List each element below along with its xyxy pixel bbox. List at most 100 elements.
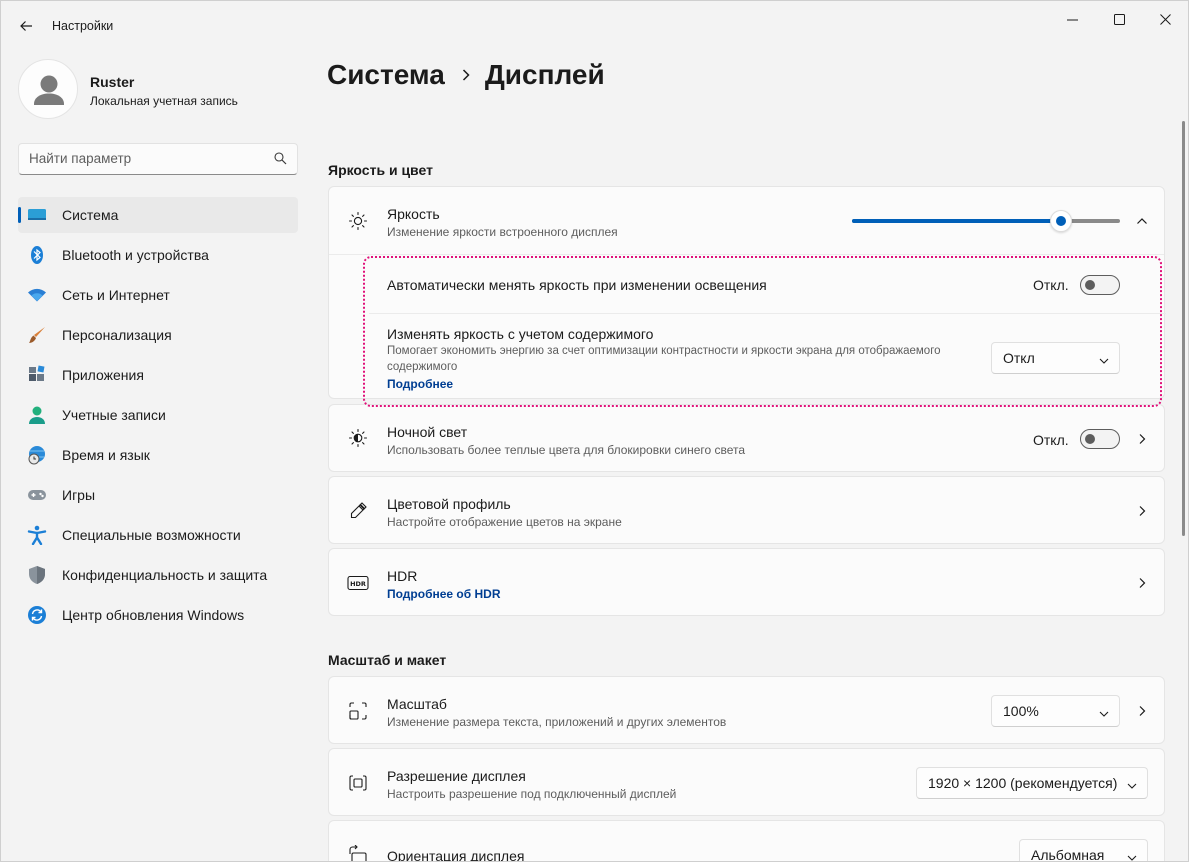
slider-thumb[interactable] — [1050, 210, 1072, 232]
scale-dropdown[interactable]: 100% — [991, 695, 1120, 727]
app-title: Настройки — [52, 19, 114, 33]
night-light-state: Откл. — [1033, 432, 1069, 448]
brush-icon — [27, 325, 47, 345]
section-title-scale-layout: Масштаб и макет — [328, 652, 447, 668]
content-brightness-desc-line1: Помогает экономить энергию за счет оптим… — [387, 345, 941, 357]
content-brightness-desc-line2: содержимого — [387, 361, 458, 373]
divider — [369, 313, 1166, 314]
back-arrow-icon — [20, 21, 32, 31]
shield-icon — [27, 565, 47, 585]
sidebar-item-gaming[interactable]: Игры — [18, 477, 298, 513]
title-bar: Настройки — [1, 1, 1188, 51]
maximize-button[interactable] — [1096, 1, 1142, 37]
hdr-icon: HDR — [347, 572, 369, 594]
dropdown-value: 1920 × 1200 (рекомендуется) — [928, 775, 1118, 791]
sidebar-item-label: Игры — [62, 487, 96, 503]
chevron-right-icon[interactable] — [1134, 431, 1150, 447]
scale-card[interactable]: Масштаб Изменение размера текста, прилож… — [328, 676, 1165, 744]
brightness-slider[interactable] — [852, 210, 1120, 232]
sidebar-item-accounts[interactable]: Учетные записи — [18, 397, 298, 433]
user-account-type: Локальная учетная запись — [90, 94, 238, 108]
breadcrumb-parent[interactable]: Система — [327, 59, 445, 91]
minimize-icon — [1066, 19, 1078, 20]
sidebar-item-label: Bluetooth и устройства — [62, 247, 209, 263]
dropdown-value: 100% — [1003, 703, 1039, 719]
sidebar-item-apps[interactable]: Приложения — [18, 357, 298, 393]
resolution-card: Разрешение дисплея Настроить разрешение … — [328, 748, 1165, 816]
sidebar-item-label: Учетные записи — [62, 407, 166, 423]
sidebar-item-label: Специальные возможности — [62, 527, 241, 543]
sidebar-item-accessibility[interactable]: Специальные возможности — [18, 517, 298, 553]
search-input[interactable] — [29, 151, 259, 166]
chevron-right-icon[interactable] — [1134, 575, 1150, 591]
color-profile-title: Цветовой профиль — [387, 496, 511, 512]
resolution-dropdown[interactable]: 1920 × 1200 (рекомендуется) — [916, 767, 1148, 799]
chevron-down-icon — [1127, 778, 1137, 794]
orientation-dropdown[interactable]: Альбомная — [1019, 839, 1148, 862]
night-light-subtitle: Использовать более теплые цвета для блок… — [387, 443, 746, 457]
resolution-subtitle: Настроить разрешение под подключенный ди… — [387, 787, 677, 801]
night-light-card[interactable]: Ночной свет Использовать более теплые цв… — [328, 404, 1165, 472]
color-profile-subtitle: Настройте отображение цветов на экране — [387, 515, 622, 529]
scrollbar[interactable] — [1182, 121, 1185, 536]
learn-more-link[interactable]: Подробнее — [387, 377, 453, 391]
maximize-icon — [1113, 13, 1125, 25]
update-icon — [27, 605, 47, 625]
eyedropper-icon — [347, 500, 369, 522]
chevron-right-icon[interactable] — [1134, 503, 1150, 519]
sidebar-item-network[interactable]: Сеть и Интернет — [18, 277, 298, 313]
chevron-down-icon — [1099, 353, 1109, 369]
sidebar-item-windows-update[interactable]: Центр обновления Windows — [18, 597, 298, 633]
auto-brightness-toggle[interactable] — [1080, 275, 1120, 295]
night-light-title: Ночной свет — [387, 424, 468, 440]
scale-title: Масштаб — [387, 696, 447, 712]
wifi-icon — [27, 285, 47, 305]
resolution-title: Разрешение дисплея — [387, 768, 526, 784]
content-brightness-title: Изменять яркость с учетом содержимого — [387, 326, 654, 342]
sidebar-item-bluetooth[interactable]: Bluetooth и устройства — [18, 237, 298, 273]
color-profile-card[interactable]: Цветовой профиль Настройте отображение ц… — [328, 476, 1165, 544]
auto-brightness-state: Откл. — [1033, 277, 1069, 293]
chevron-right-icon[interactable] — [1134, 703, 1150, 719]
search-icon[interactable] — [274, 152, 287, 168]
orientation-title: Ориентация дисплея — [387, 848, 525, 862]
sidebar-item-label: Время и язык — [62, 447, 150, 463]
sidebar-nav: Система Bluetooth и устройства Сеть и Ин… — [18, 197, 298, 637]
bluetooth-icon — [27, 245, 47, 265]
divider — [329, 254, 1164, 255]
close-button[interactable] — [1142, 1, 1188, 37]
resolution-icon — [347, 772, 369, 794]
sidebar-item-label: Персонализация — [62, 327, 172, 343]
globe-clock-icon — [27, 445, 47, 465]
back-button[interactable] — [11, 11, 41, 41]
chevron-down-icon — [1099, 706, 1109, 722]
sidebar-item-label: Система — [62, 207, 119, 223]
sidebar-item-label: Сеть и Интернет — [62, 287, 170, 303]
dropdown-value: Откл — [1003, 350, 1035, 366]
page-title: Дисплей — [484, 59, 605, 90]
hdr-card[interactable]: HDR HDR Подробнее об HDR — [328, 548, 1165, 616]
sidebar-item-label: Конфиденциальность и защита — [62, 567, 268, 583]
sidebar-item-personalization[interactable]: Персонализация — [18, 317, 298, 353]
apps-icon — [27, 365, 47, 385]
content-brightness-dropdown[interactable]: Откл — [991, 342, 1120, 374]
user-name: Ruster — [90, 74, 135, 90]
gamepad-icon — [27, 485, 47, 505]
avatar — [18, 59, 78, 119]
search-box[interactable] — [18, 143, 298, 175]
brightness-title: Яркость — [387, 206, 440, 222]
sidebar-item-privacy[interactable]: Конфиденциальность и защита — [18, 557, 298, 593]
accessibility-icon — [27, 525, 47, 545]
sidebar-item-time-language[interactable]: Время и язык — [18, 437, 298, 473]
night-light-icon — [347, 427, 369, 449]
minimize-button[interactable] — [1049, 1, 1095, 37]
person-icon — [27, 405, 47, 425]
chevron-up-icon[interactable] — [1134, 213, 1150, 229]
sidebar-item-system[interactable]: Система — [18, 197, 298, 233]
night-light-toggle[interactable] — [1080, 429, 1120, 449]
breadcrumb-chevron-icon — [461, 68, 471, 82]
close-icon — [1159, 13, 1171, 25]
dropdown-value: Альбомная — [1031, 847, 1105, 862]
hdr-learn-more-link[interactable]: Подробнее об HDR — [387, 587, 501, 601]
hdr-title: HDR — [387, 568, 418, 584]
